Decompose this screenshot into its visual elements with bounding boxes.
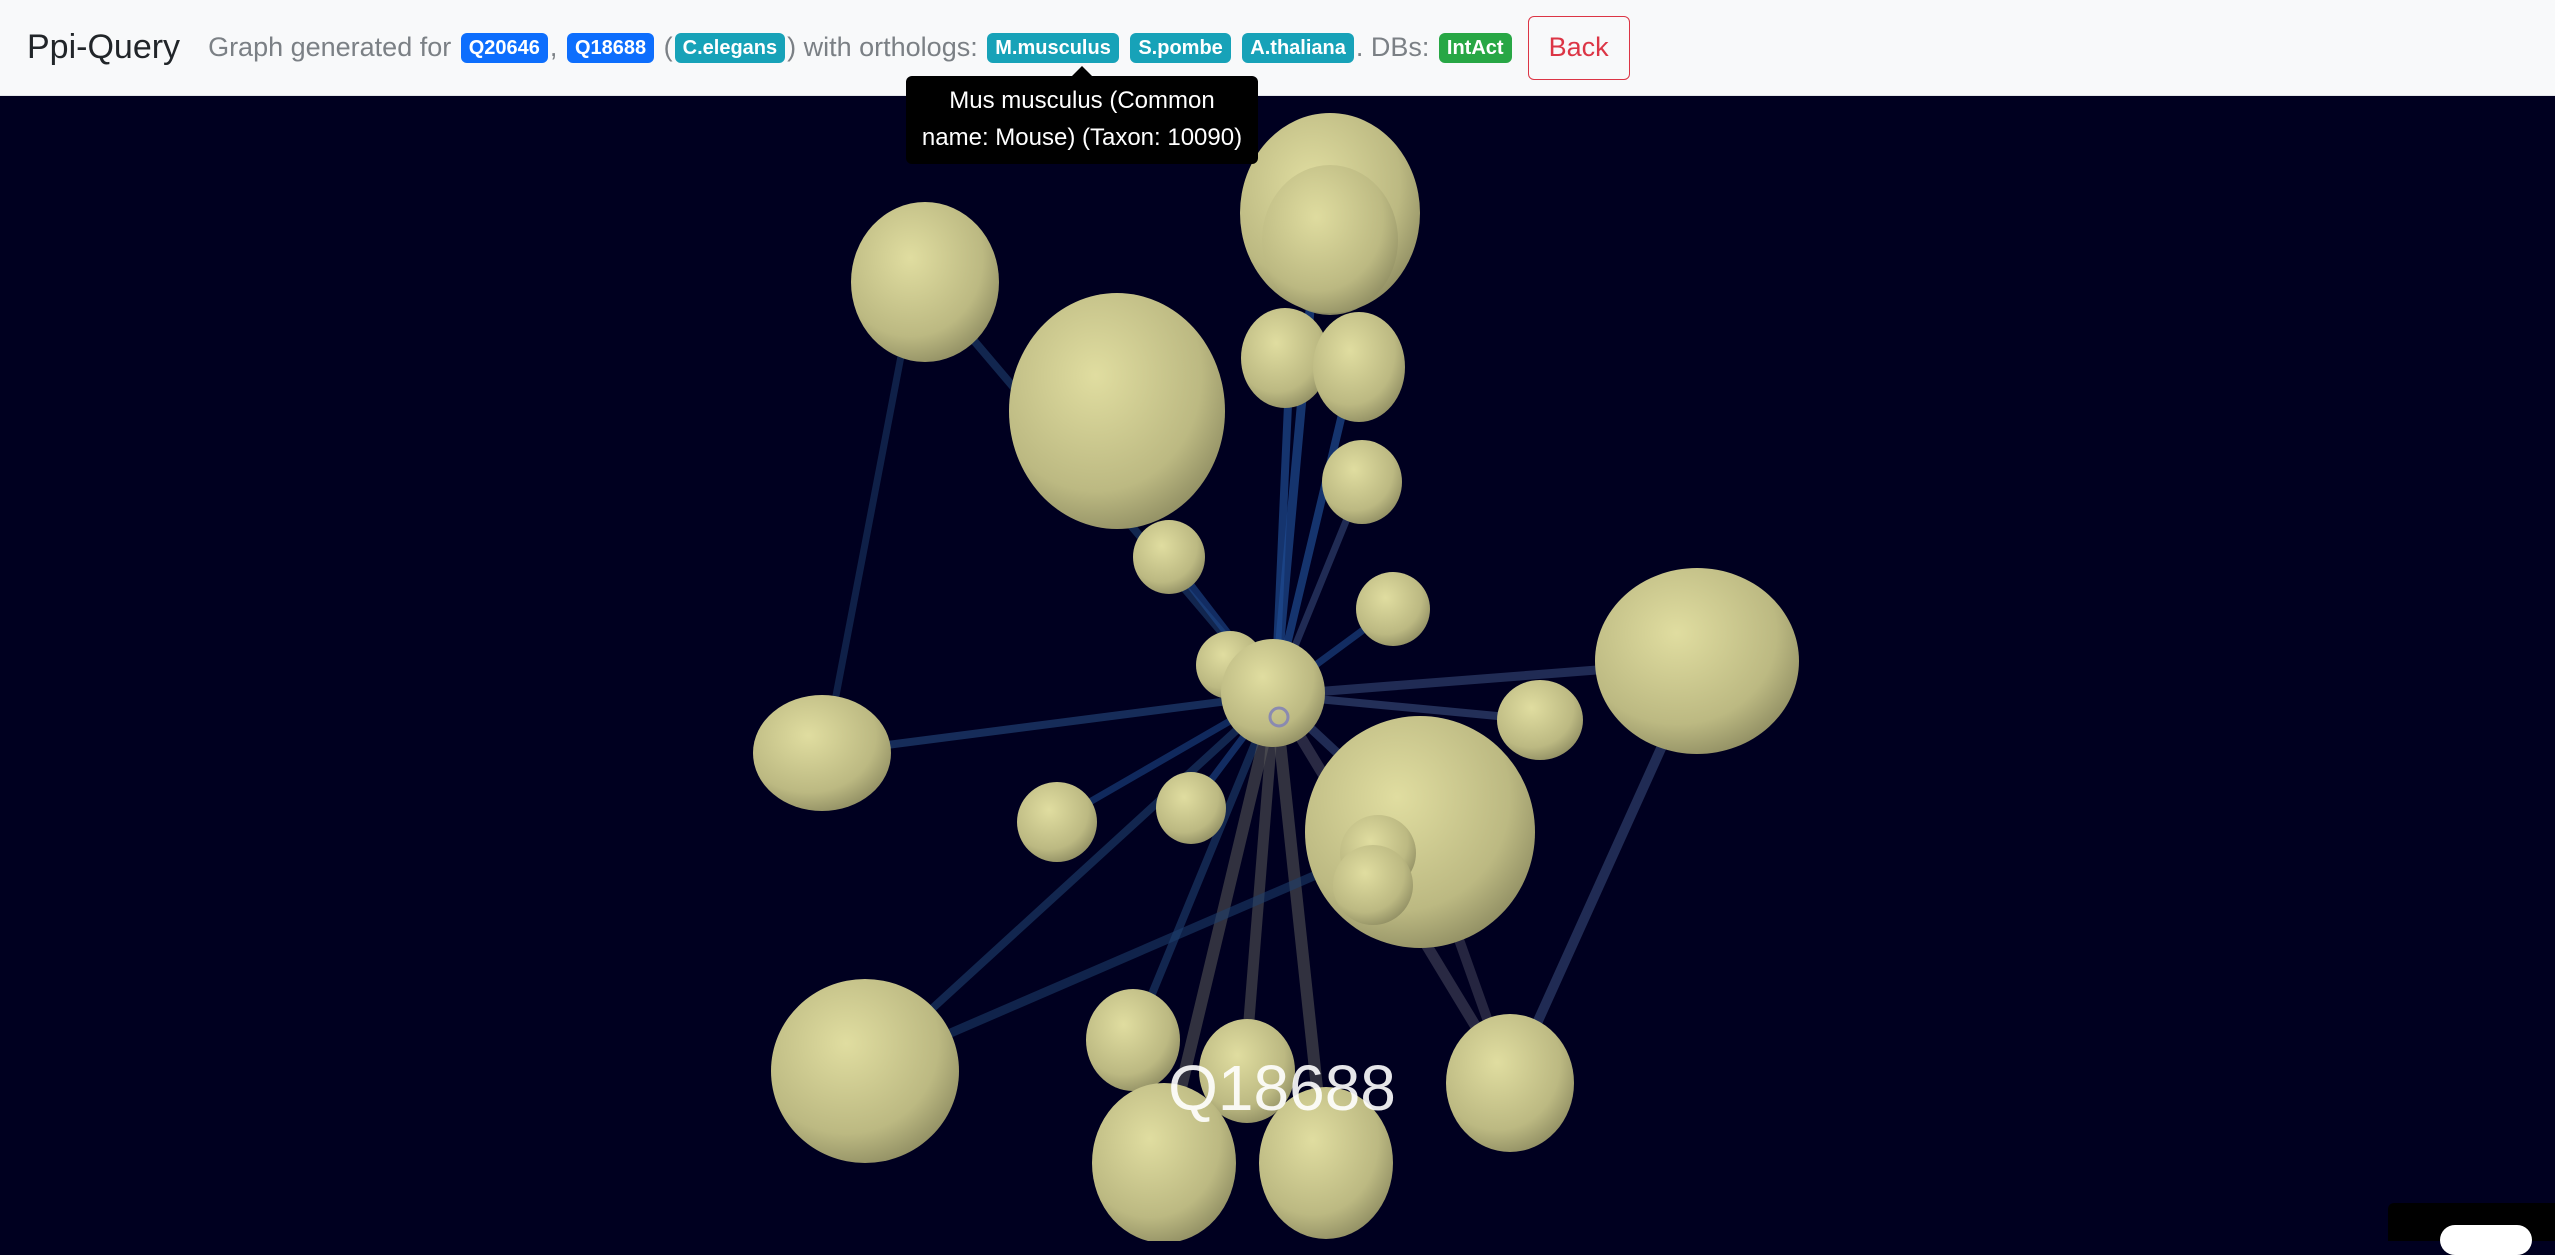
protein-node[interactable] (1017, 782, 1097, 862)
organism-badge: C.elegans (674, 32, 786, 63)
protein-node[interactable] (771, 979, 959, 1163)
ortholog-tooltip: Mus musculus (Common name: Mouse) (Taxon… (906, 66, 1258, 164)
protein-node[interactable] (1356, 572, 1430, 646)
protein-node[interactable] (1086, 989, 1180, 1091)
protein-node[interactable] (1156, 772, 1226, 844)
open-paren: ( (663, 32, 673, 62)
top-navbar: Ppi-Query Graph generated for Q20646 , Q… (0, 0, 2555, 96)
dbs-label: . DBs: (1355, 32, 1430, 62)
protein-node[interactable] (753, 695, 891, 811)
protein-node[interactable] (1262, 165, 1398, 315)
graph-description: Graph generated for Q20646 , Q18688 ( C.… (208, 32, 1514, 63)
protein-node[interactable] (1497, 680, 1583, 760)
vr-goggles-icon (2440, 1225, 2532, 1255)
ortholog-badge-spombe[interactable]: S.pombe (1130, 32, 1231, 63)
db-badge-intact: IntAct (1438, 32, 1512, 63)
protein-node[interactable] (1333, 845, 1413, 925)
protein-node-focus[interactable] (1221, 639, 1325, 747)
orthologs-label: ) with orthologs: (787, 32, 978, 62)
description-prefix: Graph generated for (208, 32, 452, 62)
tooltip-text: Mus musculus (Common name: Mouse) (Taxon… (921, 87, 1243, 151)
protein-node[interactable] (1009, 293, 1225, 529)
protein-badge-q18688: Q18688 (566, 32, 655, 63)
focus-node-label: Q18688 (1168, 1052, 1396, 1124)
app-brand[interactable]: Ppi-Query (27, 28, 180, 67)
network-graph-canvas[interactable]: Q18688 (0, 96, 2555, 1241)
ortholog-badge-athaliana[interactable]: A.thaliana (1242, 32, 1354, 63)
protein-node[interactable] (1595, 568, 1799, 754)
protein-node[interactable] (1313, 312, 1405, 422)
ortholog-badge-mmusculus[interactable]: M.musculus (987, 32, 1119, 63)
comma-separator: , (549, 32, 558, 62)
protein-node[interactable] (1446, 1014, 1574, 1152)
vr-button-corner[interactable] (2388, 1203, 2555, 1255)
protein-node[interactable] (1133, 520, 1205, 594)
protein-node[interactable] (851, 202, 999, 362)
back-button[interactable]: Back (1527, 15, 1630, 80)
protein-node[interactable] (1305, 716, 1535, 948)
protein-node[interactable] (1322, 440, 1402, 524)
tooltip-arrow (1072, 66, 1092, 76)
protein-badge-q20646: Q20646 (460, 32, 548, 63)
